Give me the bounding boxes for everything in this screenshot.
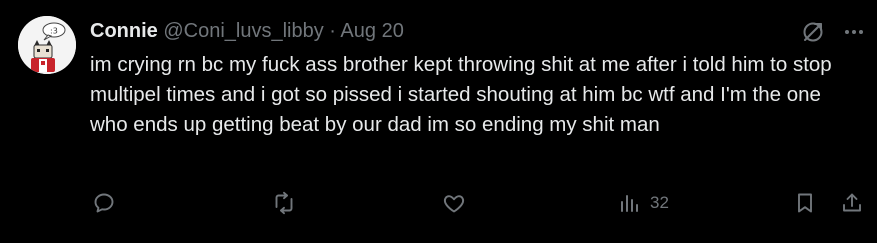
post-text: im crying rn bc my fuck ass brother kept… xyxy=(90,53,832,136)
reply-icon xyxy=(94,193,114,213)
author-handle[interactable]: @Coni_luvs_libby xyxy=(163,20,323,42)
repost-icon xyxy=(275,191,293,215)
like-icon xyxy=(443,195,465,213)
avatar[interactable]: :3 xyxy=(18,16,76,74)
bookmark-button[interactable] xyxy=(793,188,817,218)
like-button[interactable] xyxy=(442,188,466,218)
post-header: Connie @Coni_luvs_libby · Aug 20 xyxy=(90,18,404,44)
views-button[interactable]: 32 xyxy=(618,188,669,218)
avatar-bubble-text: :3 xyxy=(50,27,58,36)
views-icon xyxy=(621,195,638,212)
bookmark-icon xyxy=(798,193,812,213)
action-bar: 32 xyxy=(90,188,870,218)
more-icon[interactable] xyxy=(842,20,866,44)
share-icon xyxy=(843,193,861,212)
reply-button[interactable] xyxy=(92,188,116,218)
post[interactable]: :3 Connie @Coni_luvs_libby · Aug 20 im c… xyxy=(0,0,877,243)
share-button[interactable] xyxy=(840,188,864,218)
avatar-image: :3 xyxy=(18,16,76,74)
post-date[interactable]: Aug 20 xyxy=(340,20,403,42)
meta-separator: · xyxy=(329,20,336,42)
grok-icon[interactable] xyxy=(801,20,825,44)
views-count: 32 xyxy=(650,193,669,212)
repost-button[interactable] xyxy=(272,188,296,218)
author-name[interactable]: Connie xyxy=(90,20,158,42)
